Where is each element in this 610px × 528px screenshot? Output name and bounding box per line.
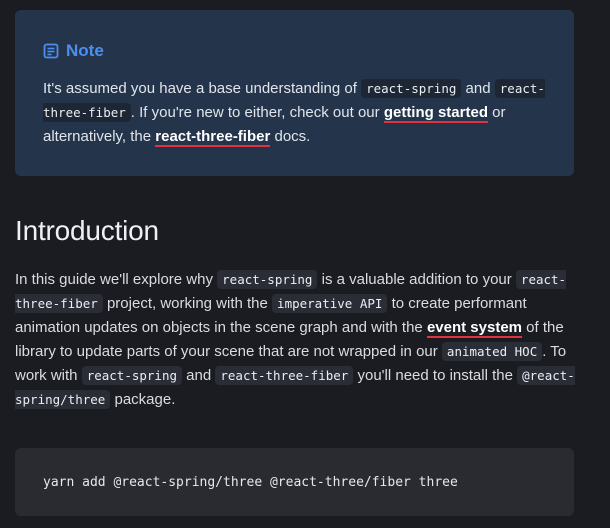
note-text: and — [461, 80, 495, 97]
intro-text: In this guide we'll explore why — [15, 271, 218, 288]
docs-page: Note It's assumed you have a base unders… — [0, 0, 610, 528]
intro-paragraph: In this guide we'll explore why react-sp… — [15, 268, 575, 412]
note-header: Note — [43, 40, 546, 62]
note-text: It's assumed you have a base understandi… — [43, 80, 362, 97]
note-text: docs. — [270, 128, 311, 145]
note-title: Note — [66, 41, 104, 60]
event-system-link[interactable]: event system — [426, 319, 523, 338]
note-body: It's assumed you have a base understandi… — [43, 77, 555, 149]
install-command: yarn add @react-spring/three @react-thre… — [43, 475, 458, 490]
note-text: . If you're new to either, check out our — [130, 104, 384, 121]
react-three-fiber-docs-link[interactable]: react-three-fiber — [155, 128, 271, 147]
intro-text: package. — [110, 391, 176, 408]
inline-code: animated HOC — [441, 342, 543, 361]
note-icon — [43, 43, 59, 59]
intro-text: is a valuable addition to your — [317, 271, 516, 288]
intro-text: and — [182, 367, 216, 384]
intro-text: project, working with the — [102, 295, 273, 312]
intro-text: you'll need to install the — [353, 367, 518, 384]
getting-started-link[interactable]: getting started — [383, 104, 488, 123]
note-callout: Note It's assumed you have a base unders… — [15, 10, 574, 176]
inline-code: react-spring — [361, 79, 462, 98]
section-heading: Introduction — [15, 215, 159, 246]
inline-code: react-spring — [81, 366, 182, 385]
inline-code: react-spring — [217, 270, 318, 289]
inline-code: imperative API — [272, 294, 388, 313]
inline-code: react-three-fiber — [215, 366, 354, 385]
install-code-block[interactable]: yarn add @react-spring/three @react-thre… — [15, 448, 574, 516]
